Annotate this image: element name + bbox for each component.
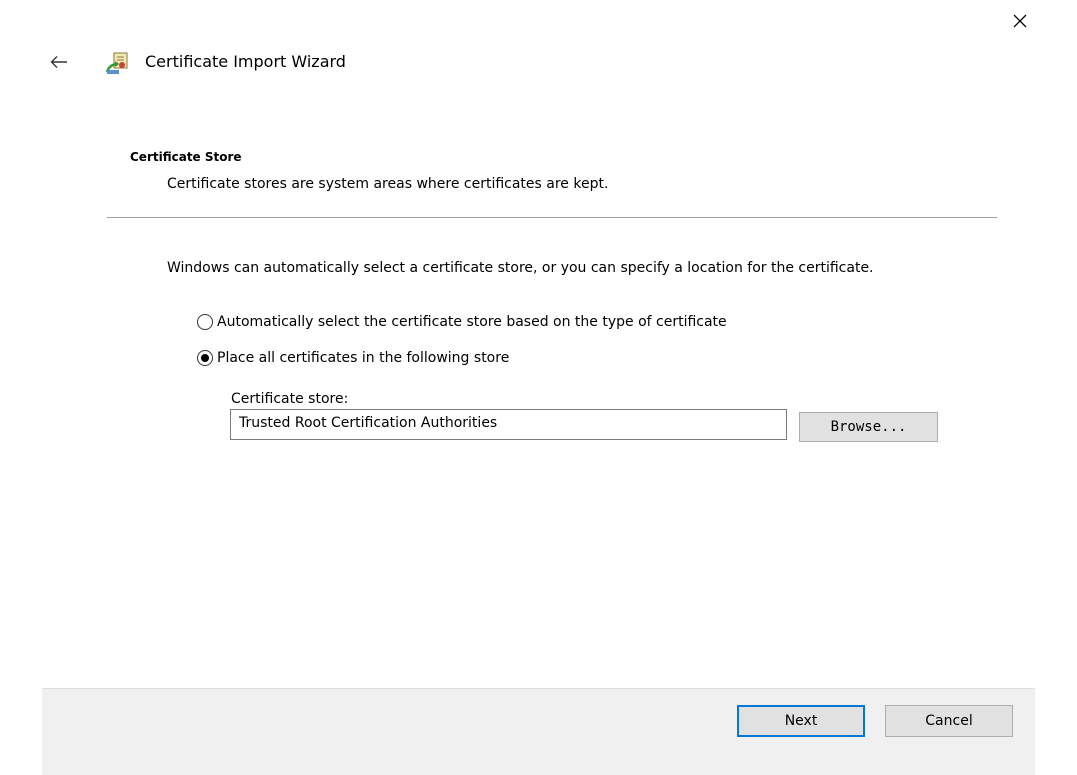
close-icon: [1013, 14, 1027, 28]
auto-select-label: Automatically select the certificate sto…: [217, 314, 727, 330]
wizard-title: Certificate Import Wizard: [145, 52, 346, 71]
radio-selected-dot: [201, 354, 209, 362]
close-button[interactable]: [1005, 8, 1035, 34]
place-in-store-option[interactable]: Place all certificates in the following …: [197, 350, 509, 366]
next-button[interactable]: Next: [737, 705, 865, 737]
back-arrow-icon: [50, 56, 67, 68]
place-in-store-radio[interactable]: [197, 350, 213, 366]
intro-text: Windows can automatically select a certi…: [167, 260, 874, 276]
header-divider: [107, 217, 997, 218]
auto-select-store-option[interactable]: Automatically select the certificate sto…: [197, 314, 727, 330]
cancel-button[interactable]: Cancel: [885, 705, 1013, 737]
section-heading: Certificate Store: [130, 150, 242, 164]
place-in-store-label: Place all certificates in the following …: [217, 350, 510, 366]
certificate-store-field[interactable]: [230, 409, 787, 440]
browse-button[interactable]: Browse...: [799, 412, 938, 442]
certificate-wizard-icon: [105, 52, 128, 74]
wizard-footer: Next Cancel: [42, 688, 1035, 775]
auto-select-radio[interactable]: [197, 314, 213, 330]
back-button[interactable]: [44, 50, 74, 74]
wizard-header: Certificate Import Wizard: [0, 44, 600, 80]
certificate-import-wizard-window: Certificate Import Wizard Certificate St…: [0, 0, 1077, 775]
certificate-store-label: Certificate store:: [231, 391, 349, 407]
section-description: Certificate stores are system areas wher…: [167, 176, 609, 192]
